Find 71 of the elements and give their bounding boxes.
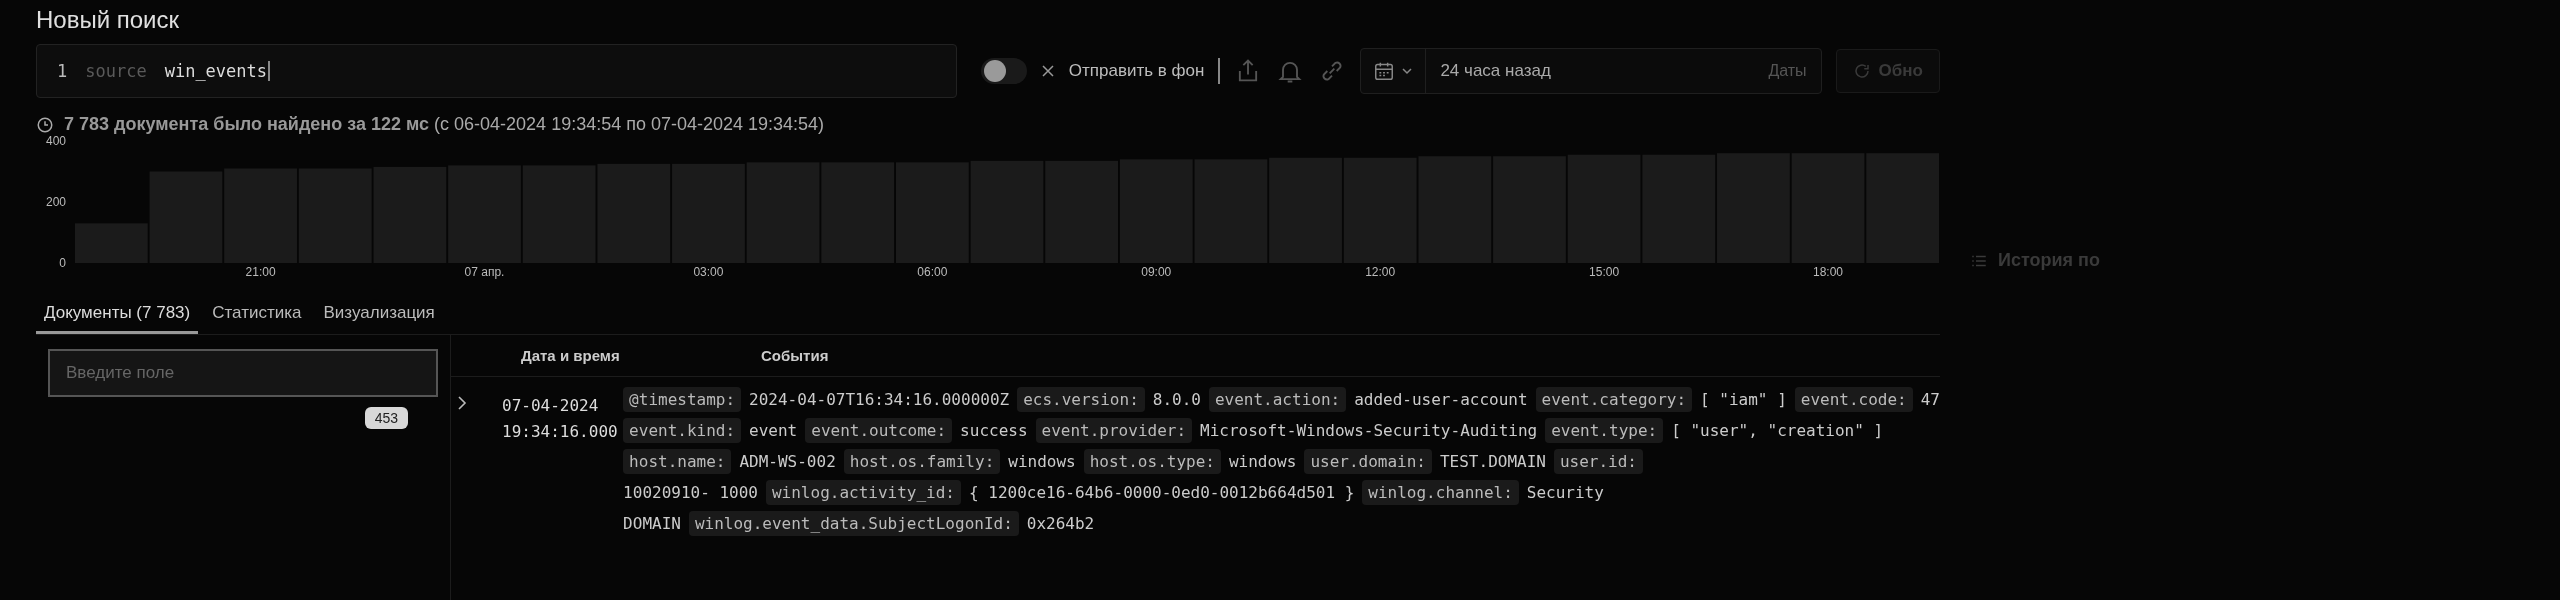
field-value: added-user-account — [1354, 390, 1528, 409]
date-range-picker[interactable]: 24 часа назад Даты — [1360, 48, 1822, 94]
field-value: 2024-04-07T16:34:16.000000Z — [749, 390, 1010, 409]
field-key: winlog.activity_id: — [765, 480, 961, 505]
field-key: event.kind: — [623, 418, 742, 443]
axis-label: 21:00 — [245, 265, 276, 279]
field-value: { 1200ce16-64b6-0000-0ed0-0012b664d501 } — [969, 483, 1355, 502]
query-keyword: source — [85, 61, 147, 81]
toggle-switch[interactable] — [980, 58, 1027, 84]
field-key: event.code: — [1794, 387, 1913, 412]
column-header: События — [761, 347, 830, 364]
field-value: 0x264b2 — [1026, 514, 1095, 533]
axis-label: 15:00 — [1589, 265, 1620, 279]
date-range-value: 24 часа назад — [1439, 61, 1552, 81]
field-search-input[interactable]: Введите поле — [48, 349, 438, 397]
results-summary: 7 783 документа было найдено за 122 мс (с 06-04-2024 19:34:54 по 07-04-2024 19:34:54) — [64, 114, 825, 135]
axis-label: 03:00 — [693, 265, 724, 279]
line-number: 1 — [57, 61, 68, 81]
field-value: ADM-WS-002 — [739, 452, 836, 471]
field-key: winlog.event_data.SubjectLogonId: — [688, 511, 1019, 536]
field-key: winlog.channel: — [1362, 480, 1519, 505]
axis-label: 06:00 — [917, 265, 948, 279]
field-value: 47 — [1920, 390, 1940, 409]
tab[interactable]: Статистика — [204, 295, 310, 334]
field-key: user.domain: — [1304, 449, 1432, 474]
field-value: success — [960, 421, 1028, 440]
field-value: 10020910- 1000 — [623, 483, 758, 502]
axis-label: 07 апр. — [464, 265, 505, 279]
field-key: host.name: — [623, 449, 732, 474]
field-value: TEST.DOMAIN — [1439, 452, 1546, 471]
close-icon — [1040, 64, 1055, 78]
column-header: Дата и время — [520, 347, 621, 364]
field-key: event.type: — [1545, 418, 1664, 443]
date-cell-text: 07-04-2024 — [502, 395, 600, 417]
count-badge: 453 — [364, 407, 408, 429]
axis-label: 0 — [59, 256, 66, 270]
field-value: Security — [1526, 483, 1604, 502]
chevron-down-icon — [1401, 65, 1414, 77]
field-value: windows — [1228, 452, 1297, 471]
axis-label: 400 — [45, 134, 66, 148]
toggle-label: Отправить в фон — [1068, 61, 1205, 81]
field-value: windows — [1008, 452, 1076, 471]
field-value: [ "iam" ] — [1700, 390, 1787, 409]
tab[interactable]: Визуализация — [315, 295, 443, 334]
axis-label: 09:00 — [1141, 265, 1172, 279]
field-key: user.id: — [1553, 449, 1643, 474]
axis-label: 200 — [45, 195, 66, 209]
field-key: event.provider: — [1035, 418, 1193, 443]
query-editor[interactable]: 1 source win_events — [36, 44, 957, 98]
axis-label: 12:00 — [1365, 265, 1396, 279]
tab[interactable]: Документы (7 783) — [36, 295, 199, 334]
time-cell-text: 19:34:16.000 — [502, 421, 619, 443]
field-value: 8.0.0 — [1152, 390, 1201, 409]
clock-icon — [36, 115, 54, 134]
field-value: DOMAIN — [623, 514, 681, 533]
field-value: Microsoft-Windows-Security-Auditing — [1200, 421, 1538, 440]
field-key: event.outcome: — [805, 418, 953, 443]
axis-label: 18:00 — [1813, 265, 1844, 279]
calendar-icon — [1373, 60, 1396, 82]
field-key: ecs.version: — [1017, 387, 1145, 412]
field-value: [ "user", "creation" ] — [1671, 421, 1884, 440]
field-key: host.os.family: — [843, 449, 1001, 474]
page-title: Новый поиск — [36, 6, 180, 34]
query-text: win_events — [164, 61, 271, 81]
field-key: host.os.type: — [1083, 449, 1221, 474]
field-value: event — [749, 421, 798, 440]
field-key: @timestamp: — [623, 387, 742, 412]
field-key: event.category: — [1535, 387, 1693, 412]
field-key: event.action: — [1208, 387, 1347, 412]
refresh-icon — [1852, 62, 1871, 80]
date-range-label: Даты — [1767, 62, 1808, 80]
